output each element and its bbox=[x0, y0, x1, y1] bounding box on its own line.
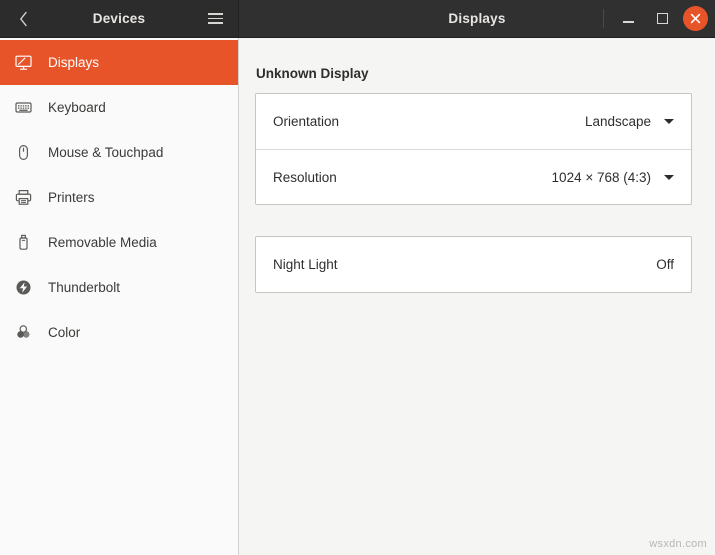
settings-window: Devices Displays Displays Keyboard Mouse… bbox=[0, 0, 715, 555]
content-headerbar: Displays bbox=[239, 0, 715, 37]
sidebar-item-label: Printers bbox=[48, 190, 95, 205]
hamburger-menu-icon bbox=[207, 13, 223, 24]
sidebar-item-displays[interactable]: Displays bbox=[0, 40, 238, 85]
sidebar-item-label: Keyboard bbox=[48, 100, 106, 115]
sidebar-item-label: Removable Media bbox=[48, 235, 157, 250]
titlebar: Devices Displays bbox=[0, 0, 715, 38]
night-light-card: Night Light Off bbox=[255, 236, 692, 293]
row-orientation[interactable]: Orientation Landscape bbox=[256, 94, 691, 149]
night-light-label: Night Light bbox=[273, 257, 338, 272]
printer-icon bbox=[15, 189, 41, 206]
usb-drive-icon bbox=[15, 234, 41, 251]
mouse-icon bbox=[15, 144, 41, 161]
sidebar: Displays Keyboard Mouse & Touchpad Print… bbox=[0, 38, 239, 555]
sidebar-item-mouse-touchpad[interactable]: Mouse & Touchpad bbox=[0, 130, 238, 175]
sidebar-item-keyboard[interactable]: Keyboard bbox=[0, 85, 238, 130]
chevron-down-icon[interactable] bbox=[664, 119, 674, 124]
night-light-value: Off bbox=[656, 257, 674, 272]
sidebar-item-removable-media[interactable]: Removable Media bbox=[0, 220, 238, 265]
resolution-value: 1024 × 768 (4:3) bbox=[551, 169, 651, 185]
display-settings-card: Orientation Landscape Resolution 1024 × … bbox=[255, 93, 692, 205]
resolution-label: Resolution bbox=[273, 169, 337, 185]
maximize-button[interactable] bbox=[649, 6, 675, 32]
row-resolution[interactable]: Resolution 1024 × 768 (4:3) bbox=[256, 149, 691, 204]
close-button[interactable] bbox=[683, 6, 708, 31]
maximize-icon bbox=[656, 13, 668, 24]
sidebar-item-label: Color bbox=[48, 325, 81, 340]
chevron-left-icon bbox=[19, 11, 28, 27]
back-button[interactable] bbox=[6, 4, 40, 34]
sidebar-item-label: Displays bbox=[48, 55, 100, 70]
close-icon bbox=[690, 13, 701, 24]
sidebar-item-printers[interactable]: Printers bbox=[0, 175, 238, 220]
window-body: Displays Keyboard Mouse & Touchpad Print… bbox=[0, 38, 715, 555]
row-night-light[interactable]: Night Light Off bbox=[256, 237, 691, 292]
keyboard-icon bbox=[15, 99, 41, 116]
sidebar-item-label: Mouse & Touchpad bbox=[48, 145, 164, 160]
minimize-icon bbox=[622, 14, 634, 23]
displays-panel: Unknown Display Orientation Landscape Re… bbox=[239, 38, 715, 555]
sidebar-headerbar: Devices bbox=[0, 0, 239, 37]
display-icon bbox=[15, 54, 41, 71]
page-title: Unknown Display bbox=[256, 66, 369, 81]
orientation-label: Orientation bbox=[273, 114, 340, 129]
window-controls bbox=[603, 0, 708, 37]
sidebar-item-thunderbolt[interactable]: Thunderbolt bbox=[0, 265, 238, 310]
minimize-button[interactable] bbox=[615, 6, 641, 32]
color-circles-icon bbox=[15, 324, 41, 341]
hamburger-menu-button[interactable] bbox=[200, 5, 230, 33]
watermark: wsxdn.com bbox=[649, 538, 707, 550]
sidebar-item-color[interactable]: Color bbox=[0, 310, 238, 355]
thunderbolt-icon bbox=[15, 279, 41, 296]
sidebar-item-label: Thunderbolt bbox=[48, 280, 121, 295]
orientation-value: Landscape bbox=[584, 114, 651, 129]
chevron-down-icon[interactable] bbox=[664, 174, 674, 180]
